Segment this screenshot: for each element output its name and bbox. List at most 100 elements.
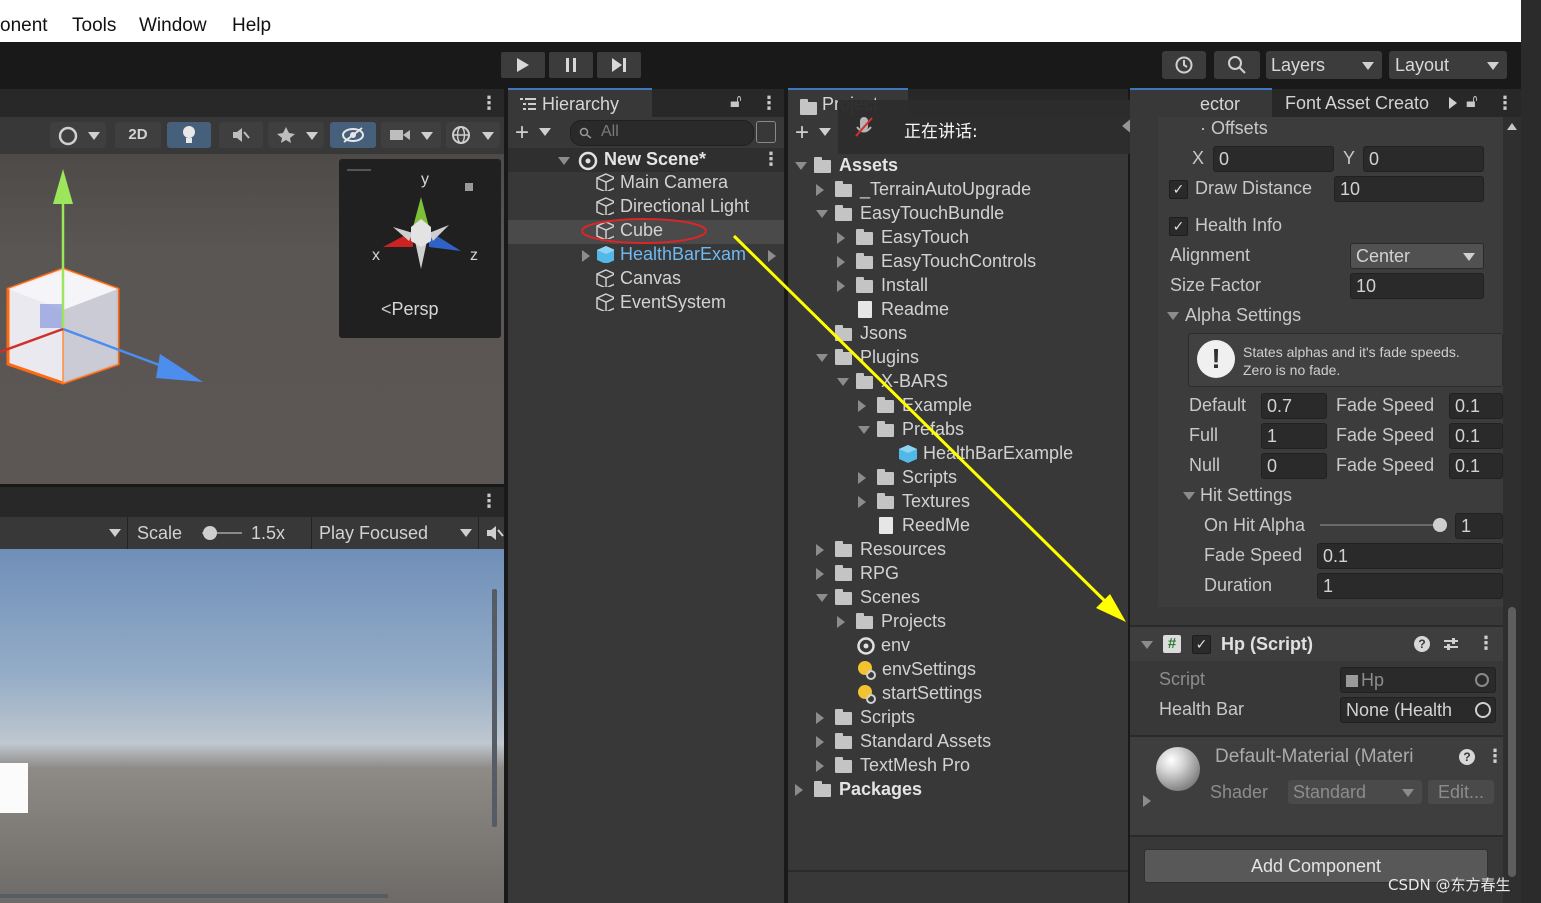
menu-component[interactable]: onent: [0, 15, 48, 37]
full-alpha-field[interactable]: 1: [1261, 423, 1327, 449]
tab-inspector[interactable]: ector: [1130, 88, 1272, 118]
expand-arrow-icon[interactable]: [816, 712, 824, 724]
scene-filter-icon[interactable]: [756, 121, 776, 143]
health-bar-field[interactable]: None (Health: [1340, 697, 1496, 723]
more-icon[interactable]: ⋮: [1496, 93, 1514, 114]
lock-icon[interactable]: [465, 183, 473, 191]
full-fade-field[interactable]: 0.1: [1449, 423, 1503, 449]
expand-arrow-icon[interactable]: [816, 760, 824, 772]
menu-window[interactable]: Window: [139, 15, 207, 37]
effects-dropdown[interactable]: [268, 122, 324, 148]
lighting-toggle[interactable]: [167, 122, 211, 148]
hierarchy-item[interactable]: Canvas: [596, 268, 681, 292]
game-scrollbar[interactable]: [492, 589, 497, 827]
edit-shader-button[interactable]: Edit...: [1428, 780, 1494, 804]
object-picker-icon[interactable]: [1475, 702, 1491, 718]
help-icon[interactable]: ?: [1414, 636, 1430, 652]
inspector-scrollbar[interactable]: [1503, 117, 1521, 903]
tab-hierarchy[interactable]: Hierarchy: [508, 88, 652, 118]
scene-header-row[interactable]: New Scene* ⋮: [508, 148, 784, 172]
lock-icon[interactable]: 🔓︎: [730, 91, 742, 112]
persp-label[interactable]: <Persp: [381, 299, 439, 320]
gizmos-dropdown[interactable]: [446, 122, 500, 148]
game-hscrollbar[interactable]: [0, 894, 388, 898]
hp-component-header[interactable]: # ✓ Hp (Script) ? ⋮: [1130, 627, 1503, 661]
layers-dropdown[interactable]: Layers: [1266, 51, 1382, 79]
shading-mode-button[interactable]: [50, 122, 106, 148]
scroll-up-icon[interactable]: [1507, 123, 1517, 130]
shader-dropdown[interactable]: Standard: [1288, 780, 1422, 804]
scene-viewport[interactable]: y x z <Persp: [0, 154, 504, 484]
layout-dropdown[interactable]: Layout: [1389, 51, 1507, 79]
play-button[interactable]: [501, 52, 545, 78]
collapse-arrow-icon[interactable]: [816, 210, 828, 218]
default-alpha-field[interactable]: 0.7: [1261, 393, 1327, 419]
history-button[interactable]: [1162, 51, 1206, 79]
more-icon[interactable]: ⋮: [762, 149, 780, 170]
more-icon[interactable]: ⋮: [1486, 746, 1504, 767]
menu-help[interactable]: Help: [232, 15, 271, 37]
orientation-gizmo[interactable]: y x z <Persp: [339, 159, 501, 338]
expand-arrow-icon[interactable]: [582, 250, 590, 262]
visibility-toggle[interactable]: [330, 122, 376, 148]
more-icon[interactable]: ⋮: [1477, 633, 1495, 654]
scroll-thumb[interactable]: [1508, 607, 1516, 877]
add-icon[interactable]: +: [515, 119, 529, 147]
chevron-down-icon[interactable]: [460, 529, 472, 537]
null-alpha-field[interactable]: 0: [1261, 453, 1327, 479]
draw-distance-field[interactable]: 10: [1334, 176, 1484, 202]
help-icon[interactable]: ?: [1459, 749, 1475, 765]
expand-arrow-icon[interactable]: [816, 184, 824, 196]
menu-tools[interactable]: Tools: [72, 15, 116, 37]
hierarchy-item[interactable]: Main Camera: [596, 172, 728, 196]
mode-2d-button[interactable]: 2D: [115, 122, 161, 148]
presets-icon[interactable]: [1443, 636, 1459, 652]
expand-arrow-icon[interactable]: [1167, 312, 1179, 320]
default-fade-field[interactable]: 0.1: [1449, 393, 1503, 419]
collapse-arrow-icon[interactable]: [795, 162, 807, 170]
offset-x-field[interactable]: 0: [1213, 146, 1334, 172]
size-factor-field[interactable]: 10: [1350, 273, 1484, 299]
on-hit-alpha-slider[interactable]: [1320, 524, 1440, 526]
offset-y-field[interactable]: 0: [1363, 146, 1484, 172]
add-icon[interactable]: +: [795, 119, 809, 147]
more-icon[interactable]: ⋮: [760, 93, 778, 114]
chevron-down-icon[interactable]: [109, 529, 121, 537]
more-icon[interactable]: ⋮: [480, 491, 498, 512]
hierarchy-search-input[interactable]: All: [570, 120, 754, 146]
tab-overflow-icon[interactable]: [1449, 97, 1457, 109]
game-viewport[interactable]: [0, 549, 504, 903]
search-button[interactable]: [1214, 51, 1260, 79]
expand-arrow-icon[interactable]: [1141, 641, 1153, 649]
on-hit-alpha-slider-thumb[interactable]: [1433, 518, 1447, 532]
expand-arrow-icon[interactable]: [795, 784, 803, 796]
hit-fade-speed-field[interactable]: 0.1: [1317, 543, 1503, 569]
hierarchy-item[interactable]: HealthBarExam: [582, 244, 776, 268]
hierarchy-item[interactable]: EventSystem: [596, 292, 726, 316]
audio-toggle[interactable]: [219, 122, 263, 148]
step-button[interactable]: [597, 52, 641, 78]
expand-arrow-icon[interactable]: [558, 157, 570, 165]
expand-arrow-icon[interactable]: [1183, 492, 1195, 500]
alignment-dropdown[interactable]: Center: [1350, 243, 1484, 269]
project-item-label: env: [881, 635, 911, 655]
chevron-down-icon[interactable]: [819, 128, 831, 136]
on-hit-alpha-field[interactable]: 1: [1455, 513, 1503, 539]
scale-slider-thumb[interactable]: [203, 526, 217, 540]
hp-enabled-checkbox[interactable]: ✓: [1192, 635, 1211, 654]
expand-arrow-icon[interactable]: [816, 736, 824, 748]
camera-dropdown[interactable]: [381, 122, 441, 148]
draw-distance-checkbox[interactable]: ✓: [1169, 180, 1188, 199]
audio-icon[interactable]: [486, 525, 504, 541]
lock-icon[interactable]: 🔓︎: [1466, 91, 1478, 112]
pause-button[interactable]: [549, 52, 593, 78]
tab-font-asset-creator[interactable]: Font Asset Creato: [1285, 93, 1429, 114]
drag-handle[interactable]: [347, 169, 371, 171]
chevron-down-icon[interactable]: [539, 128, 551, 136]
expand-arrow-icon[interactable]: [1143, 795, 1151, 807]
play-focused-dropdown[interactable]: Play Focused: [319, 523, 428, 544]
null-fade-field[interactable]: 0.1: [1449, 453, 1503, 479]
health-info-checkbox[interactable]: ✓: [1169, 217, 1188, 236]
more-icon[interactable]: ⋮: [480, 93, 498, 114]
duration-field[interactable]: 1: [1317, 573, 1503, 599]
